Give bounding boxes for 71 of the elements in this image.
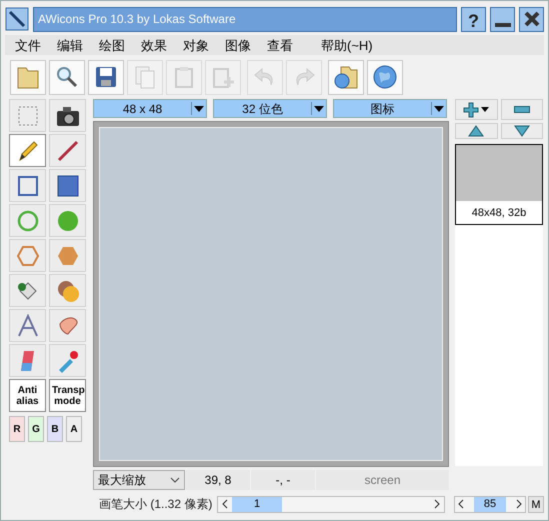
hexagon-outline-icon bbox=[16, 244, 40, 268]
toolbar-button[interactable] bbox=[367, 60, 403, 95]
format-dropdown[interactable]: 图标 bbox=[333, 99, 447, 118]
minimize-button[interactable] bbox=[490, 6, 515, 32]
channel-button[interactable]: B bbox=[47, 416, 63, 442]
channel-button[interactable]: A bbox=[66, 416, 82, 442]
color-swap-icon bbox=[56, 278, 80, 303]
plus-icon bbox=[463, 102, 480, 118]
menu-item[interactable]: 对象 bbox=[183, 36, 209, 56]
toolbar-button[interactable] bbox=[10, 60, 46, 95]
dropdown-arrow-icon bbox=[194, 106, 204, 112]
menu-item[interactable]: 文件 bbox=[15, 36, 41, 56]
add-button[interactable] bbox=[455, 99, 498, 120]
toolbar-button[interactable] bbox=[328, 60, 364, 95]
clipboard-icon bbox=[172, 65, 196, 90]
camera-icon bbox=[56, 104, 80, 127]
dropdown-arrow-icon bbox=[314, 106, 324, 112]
line-icon bbox=[56, 138, 80, 163]
remove-button[interactable] bbox=[500, 99, 543, 120]
dropdown-arrow-icon bbox=[434, 106, 444, 112]
brush-size-label: 画笔大小 (1..32 像素) bbox=[99, 496, 214, 514]
m-button[interactable]: M bbox=[528, 496, 544, 513]
help-button[interactable]: ? bbox=[461, 6, 486, 32]
coordinates-field: 39, 8 bbox=[186, 470, 250, 490]
circle-outline-icon bbox=[16, 208, 40, 233]
tool-button[interactable] bbox=[49, 99, 86, 132]
menu-item[interactable]: 绘图 bbox=[99, 36, 125, 56]
triangle-down-icon bbox=[514, 125, 530, 138]
triangle-up-icon bbox=[468, 125, 484, 138]
tool-button[interactable] bbox=[49, 169, 86, 202]
image-list-item[interactable]: 48x48, 32b bbox=[455, 144, 543, 226]
square-outline-icon bbox=[16, 174, 40, 198]
format-dropdown[interactable]: 48 x 48 bbox=[93, 99, 207, 118]
close-icon bbox=[524, 11, 540, 28]
mode-toggle[interactable]: Transp mode bbox=[49, 379, 86, 412]
menu-item[interactable]: 查看 bbox=[267, 36, 293, 56]
slider-thumb[interactable]: 1 bbox=[232, 496, 282, 512]
search-icon bbox=[55, 65, 79, 90]
chevron-down-icon bbox=[170, 477, 180, 484]
format-dropdown[interactable]: 32 位色 bbox=[213, 99, 327, 118]
close-button[interactable] bbox=[519, 6, 544, 32]
channel-button[interactable]: R bbox=[9, 416, 25, 442]
folder-globe-icon bbox=[333, 64, 359, 90]
brush-size-slider[interactable]: 1 bbox=[217, 496, 445, 513]
filled-square-icon bbox=[56, 174, 80, 198]
selection-icon bbox=[16, 104, 40, 128]
dropdown-arrow-icon bbox=[481, 107, 490, 112]
letter-icon bbox=[16, 314, 40, 338]
title-bar: AWicons Pro 10.3 by Lokas Software bbox=[33, 6, 457, 32]
mode-toggle[interactable]: Anti alias bbox=[9, 379, 46, 412]
globe-icon bbox=[372, 64, 398, 90]
channel-button[interactable]: G bbox=[28, 416, 44, 442]
filled-circle-icon bbox=[56, 208, 80, 233]
color-value-field: -, - bbox=[251, 470, 315, 490]
zoom-dropdown[interactable]: 最大缩放 bbox=[93, 470, 185, 490]
copy-icon bbox=[133, 65, 157, 90]
toolbar-button[interactable] bbox=[88, 60, 124, 95]
move-up-button[interactable] bbox=[455, 122, 498, 140]
opacity-slider[interactable]: 85 bbox=[454, 496, 526, 513]
app-icon bbox=[5, 7, 29, 32]
mode-field: screen bbox=[316, 470, 449, 490]
slider-thumb[interactable]: 85 bbox=[474, 496, 506, 512]
image-format-label: 48x48, 32b bbox=[470, 206, 528, 222]
menu-item[interactable]: 效果 bbox=[141, 36, 167, 56]
menu-item[interactable]: 帮助(~H) bbox=[321, 36, 373, 56]
move-down-button[interactable] bbox=[500, 122, 543, 140]
minus-icon bbox=[514, 106, 530, 114]
menu-item[interactable]: 编辑 bbox=[57, 36, 83, 56]
toolbar-button[interactable] bbox=[49, 60, 85, 95]
menu-item[interactable]: 图像 bbox=[225, 36, 251, 56]
clipboard-plus-icon bbox=[211, 65, 235, 90]
